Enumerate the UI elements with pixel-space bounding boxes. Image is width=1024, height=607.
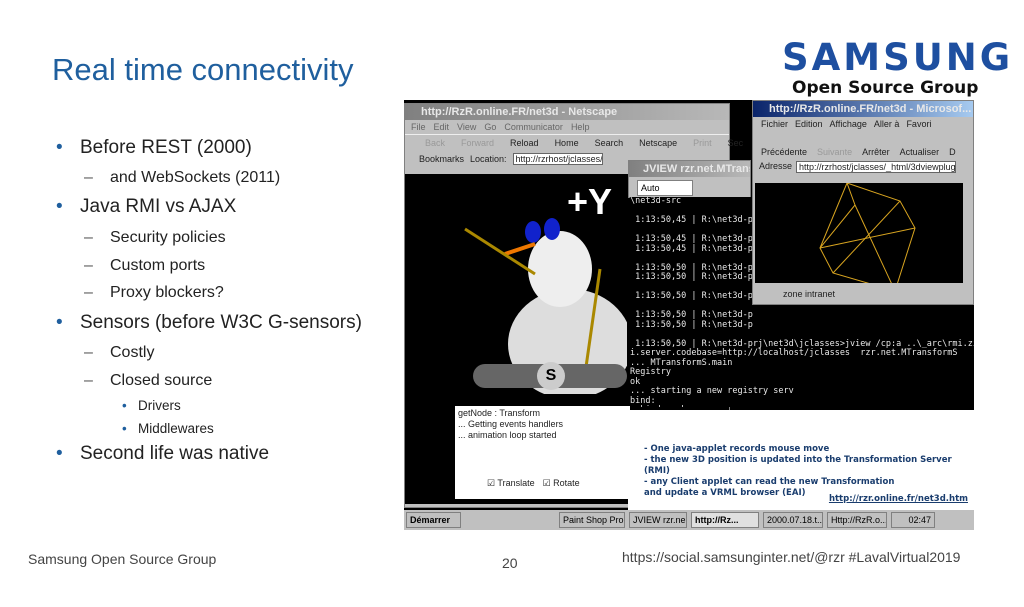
bullet: Sensors (before W3C G-sensors) <box>56 312 362 334</box>
navigation-dashboard[interactable]: S <box>473 362 627 390</box>
log-line: getNode : Transform <box>458 408 541 418</box>
menu-favoris[interactable]: Favori <box>906 119 931 129</box>
jview-titlebar: JVIEW rzr.net.MTransformS <box>629 161 750 177</box>
menu-view[interactable]: View <box>457 122 476 132</box>
console-line: ... MTransformS.main <box>630 357 733 368</box>
footer-left: Samsung Open Source Group <box>28 551 217 567</box>
taskbar: Démarrer Paint Shop Pro JVIEW rzr.ne... … <box>404 510 974 530</box>
bullet: Middlewares <box>122 421 214 436</box>
forward-button[interactable]: Forward <box>461 138 494 148</box>
menu-communicator[interactable]: Communicator <box>504 122 563 132</box>
bullet: Java RMI vs AJAX <box>56 196 236 218</box>
address-bar: Adresse http://rzrhost/jclasses/_html/3d… <box>753 159 973 175</box>
ie-menubar: Fichier Edition Affichage Aller à Favori <box>753 117 973 131</box>
menu-affichage[interactable]: Affichage <box>830 119 867 129</box>
bullet: Security policies <box>84 229 226 247</box>
font-select[interactable]: Auto <box>637 180 693 196</box>
log-line: ... animation loop started <box>458 430 557 440</box>
quick-launch <box>465 512 555 528</box>
bullet: Custom ports <box>84 257 205 275</box>
task-paintshop[interactable]: Paint Shop Pro <box>559 512 625 528</box>
back-button[interactable]: Back <box>425 138 445 148</box>
netscape-button[interactable]: Netscape <box>639 138 677 148</box>
clock: 02:47 <box>891 512 935 528</box>
suivante-button[interactable]: Suivante <box>817 147 852 157</box>
bullet: Proxy blockers? <box>84 284 224 302</box>
translate-checkbox[interactable]: ☑ Translate <box>487 478 535 489</box>
rotate-label: Rotate <box>553 478 580 488</box>
rotate-checkbox[interactable]: ☑ Rotate <box>543 478 580 489</box>
toolbar-more[interactable]: D <box>949 147 956 157</box>
embedded-screenshot: http://RzR.online.FR/net3d - Netscape Fi… <box>404 100 974 607</box>
start-button[interactable]: Démarrer <box>406 512 461 528</box>
console-line: 1:13:50,50 | R:\net3d-p <box>630 319 753 330</box>
ie-status-zone: zone intranet <box>783 289 836 299</box>
task-ie[interactable]: http://Rz... <box>691 512 759 528</box>
ie-window: http://RzR.online.FR/net3d - Microsof...… <box>752 100 974 305</box>
applet-panel: getNode : Transform ... Getting events h… <box>455 406 630 499</box>
footer-right[interactable]: https://social.samsunginter.net/@rzr #La… <box>622 549 960 565</box>
logo-subtitle: Open Source Group <box>792 78 979 98</box>
menu-help[interactable]: Help <box>571 122 590 132</box>
console-line: Registry <box>630 367 671 377</box>
wireframe-cube <box>819 182 916 292</box>
address-input[interactable]: http://rzrhost/jclasses/_html/3dviewplug… <box>796 161 957 173</box>
note-line: - One java-applet records mouse move <box>644 444 830 454</box>
actualiser-button[interactable]: Actualiser <box>900 147 940 157</box>
console-line: rebind : ok <box>630 405 974 407</box>
reload-button[interactable]: Reload <box>510 138 539 148</box>
netscape-toolbar: Back Forward Reload Home Search Netscape Print… <box>405 134 743 151</box>
home-button[interactable]: Home <box>555 138 579 148</box>
menu-edition[interactable]: Edition <box>795 119 823 129</box>
translate-label: Translate <box>497 478 535 488</box>
log-line: ... Getting events handlers <box>458 419 564 429</box>
security-button[interactable]: Sec <box>728 138 744 148</box>
bullet: Second life was native <box>56 443 269 465</box>
arreter-button[interactable]: Arrêter <box>862 147 890 157</box>
bullet: Before REST (2000) <box>56 137 252 159</box>
print-button[interactable]: Print <box>693 138 712 148</box>
location-label: Location: <box>470 154 507 164</box>
ie-toolbar: Précédente Suivante Arrêter Actualiser D <box>753 131 973 159</box>
bullet: Closed source <box>84 372 212 390</box>
task-jview[interactable]: JVIEW rzr.ne... <box>629 512 687 528</box>
task-file[interactable]: 2000.07.18.t... <box>763 512 823 528</box>
snowman-scene: +Y <box>464 181 632 399</box>
net3d-link[interactable]: http://rzr.online.fr/net3d.htm <box>829 494 968 504</box>
applet-log: getNode : Transform ... Getting events h… <box>455 406 630 443</box>
precedente-button[interactable]: Précédente <box>761 147 807 157</box>
notes: - One java-applet records mouse move - th… <box>644 444 974 499</box>
menu-go[interactable]: Go <box>484 122 496 132</box>
search-button[interactable]: Search <box>595 138 624 148</box>
console-line: ... starting a new registry serv <box>630 386 794 396</box>
note-line: - any Client applet can read the new Tra… <box>644 477 895 487</box>
bookmarks-button[interactable]: Bookmarks <box>419 154 464 164</box>
netscape-menubar: File Edit View Go Communicator Help <box>405 120 729 134</box>
menu-aller[interactable]: Aller à <box>874 119 900 129</box>
samsung-logo: SAMSUNG <box>782 36 1014 79</box>
menu-file[interactable]: File <box>411 122 426 132</box>
notes-page: - One java-applet records mouse move - th… <box>628 410 974 607</box>
menu-edit[interactable]: Edit <box>434 122 450 132</box>
bullet: Drivers <box>122 398 181 413</box>
svg-text:+Y: +Y <box>567 181 612 222</box>
bullet: and WebSockets (2011) <box>84 169 280 187</box>
task-netscape[interactable]: Http://RzR.o... <box>827 512 887 528</box>
applet-options: ☑ Translate ☑ Rotate <box>487 478 580 489</box>
bullet: Costly <box>84 344 155 362</box>
ie-titlebar: http://RzR.online.FR/net3d - Microsof... <box>753 101 973 117</box>
page-number: 20 <box>502 555 518 571</box>
vrml-cube-viewport[interactable] <box>755 182 963 292</box>
netscape-titlebar: http://RzR.online.FR/net3d - Netscape <box>405 104 729 120</box>
address-label: Adresse <box>759 161 793 171</box>
menu-fichier[interactable]: Fichier <box>761 119 788 129</box>
slide-title: Real time connectivity <box>52 52 354 87</box>
note-line: - the new 3D position is updated into th… <box>644 455 952 476</box>
jview-window: JVIEW rzr.net.MTransformS Auto <box>628 160 751 198</box>
location-input[interactable]: http://rzrhost/jclasses/_h <box>512 153 603 165</box>
nav-button[interactable]: S <box>537 362 565 390</box>
